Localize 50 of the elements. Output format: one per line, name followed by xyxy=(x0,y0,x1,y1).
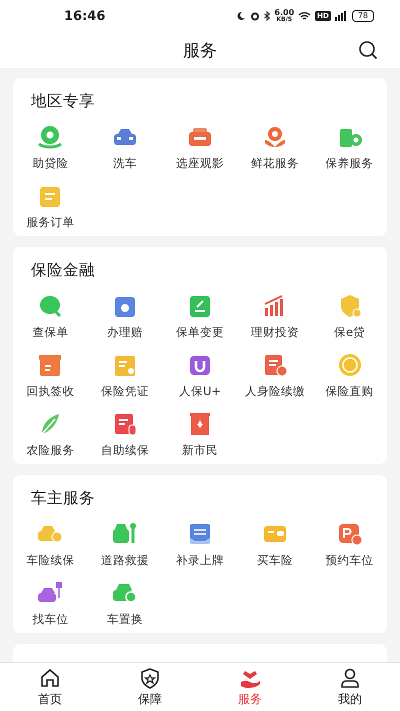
chat-bubble-icon[interactable] xyxy=(37,293,64,319)
service-label[interactable]: 人保U+ xyxy=(178,384,222,398)
bluetooth-icon xyxy=(264,11,270,21)
service-label[interactable]: 理财投资 xyxy=(250,325,299,339)
wifi-icon xyxy=(298,11,312,21)
service-label[interactable]: 找车位 xyxy=(32,612,68,626)
service-label[interactable]: 洗车 xyxy=(113,156,138,170)
service-label[interactable]: 保险直购 xyxy=(326,384,374,398)
service-label[interactable]: 新市民 xyxy=(182,443,218,457)
nav-tab[interactable]: 我的 xyxy=(300,663,400,711)
service-label[interactable]: 预约车位 xyxy=(326,553,374,567)
service-label[interactable]: 补录上牌 xyxy=(176,553,224,567)
service-label[interactable]: 服务订单 xyxy=(26,215,74,229)
search-icon[interactable] xyxy=(358,40,378,60)
service-label[interactable]: 助贷险 xyxy=(32,156,68,170)
service-label[interactable]: 回执签收 xyxy=(26,384,74,398)
person-icon xyxy=(339,666,361,688)
service-label[interactable]: 保单变更 xyxy=(176,325,224,339)
receipt-icon[interactable] xyxy=(37,352,64,378)
status-time: 16:46 xyxy=(64,8,106,24)
moon-icon xyxy=(236,11,246,21)
section-title: 保险金融 xyxy=(31,260,96,281)
service-label[interactable]: 买车险 xyxy=(256,553,293,567)
parking-clock-icon[interactable] xyxy=(336,521,363,547)
service-label[interactable]: 鲜花服务 xyxy=(250,156,299,170)
service-label[interactable]: 车置换 xyxy=(107,612,144,626)
shield-star-icon xyxy=(139,666,161,688)
service-label[interactable]: 保养服务 xyxy=(326,156,374,170)
home-icon xyxy=(39,666,61,688)
service-label[interactable]: 办理赔 xyxy=(107,325,144,339)
coin-icon[interactable] xyxy=(336,352,363,378)
battery-level: 78 xyxy=(352,10,374,22)
service-label[interactable]: 自助续保 xyxy=(101,443,150,457)
page-title: 服务 xyxy=(183,40,217,62)
nav-tab[interactable]: 首页 xyxy=(0,663,100,711)
service-label[interactable]: 选座观影 xyxy=(176,156,224,170)
section-title: 地区专享 xyxy=(31,91,96,112)
signal-icon xyxy=(334,11,348,21)
nav-tab[interactable]: 保障 xyxy=(100,663,200,711)
service-label[interactable]: 车险续保 xyxy=(26,553,74,567)
network-speed: 6.00 xyxy=(274,9,294,17)
section-title: 车主服务 xyxy=(31,488,96,509)
service-label[interactable]: 农险服务 xyxy=(26,443,74,457)
service-label[interactable]: 查保单 xyxy=(32,325,68,339)
service-label[interactable]: 保险凭证 xyxy=(101,384,150,398)
nav-tab[interactable]: 服务 xyxy=(200,663,300,711)
service-label[interactable]: 保e贷 xyxy=(334,325,366,339)
document-mouse-icon[interactable] xyxy=(112,411,138,437)
service-label[interactable]: 道路救援 xyxy=(101,553,150,567)
service-label[interactable]: 人身险续缴 xyxy=(244,384,305,398)
